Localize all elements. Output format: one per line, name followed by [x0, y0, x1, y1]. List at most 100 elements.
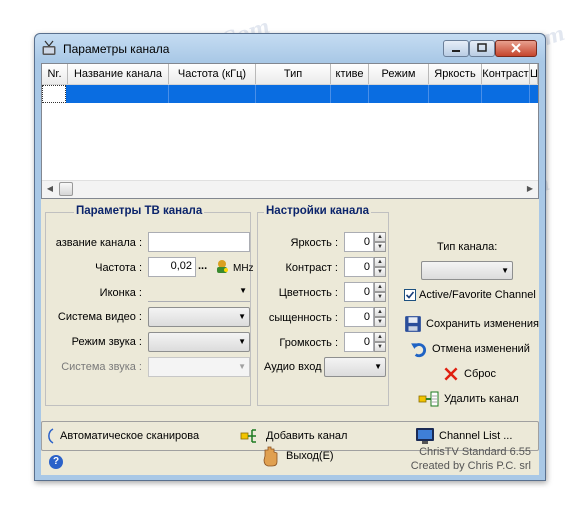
row-cell	[42, 85, 66, 103]
row-cell	[256, 85, 331, 103]
exit-button[interactable]: Выход(E)	[260, 441, 334, 471]
icon-label: Иконка :	[99, 287, 142, 299]
horizontal-scrollbar[interactable]: ◀ ▶	[42, 180, 538, 198]
color-value[interactable]: 0	[344, 282, 374, 302]
col-brightness[interactable]: Яркость	[429, 64, 482, 84]
volume-value[interactable]: 0	[344, 332, 374, 352]
autoscan-button[interactable]: Автоматическое сканирова	[46, 425, 199, 447]
spin-up-icon[interactable]: ▲	[374, 332, 386, 342]
scroll-thumb[interactable]	[59, 182, 73, 196]
audio-input-label: Аудио вход	[264, 361, 322, 373]
minimize-icon	[452, 50, 460, 52]
title-bar[interactable]: Параметры канала	[35, 34, 545, 62]
volume-label: Громкость :	[279, 337, 338, 349]
contrast-stepper[interactable]: 0 ▲ ▼	[344, 257, 386, 277]
autoscan-label: Автоматическое сканирова	[60, 430, 200, 442]
scan-radio-icon	[48, 428, 54, 444]
red-x-icon	[444, 367, 458, 381]
channel-settings-group: Настройки канала Яркость : 0 ▲ ▼ Контраст…	[257, 205, 389, 406]
col-contrast[interactable]: Контраст	[482, 64, 530, 84]
scroll-right-icon[interactable]: ▶	[522, 181, 538, 197]
window-title: Параметры канала	[63, 42, 170, 56]
icon-select[interactable]: ▼	[148, 282, 250, 302]
chevron-down-icon: ▼	[374, 362, 382, 371]
volume-stepper[interactable]: 0 ▲ ▼	[344, 332, 386, 352]
favorite-checkbox[interactable]	[404, 289, 416, 301]
spin-down-icon[interactable]: ▼	[374, 317, 386, 327]
col-number[interactable]: Nr.	[42, 64, 68, 84]
undo-label: Отмена изменений	[432, 343, 530, 355]
channel-list-label: Channel List ...	[439, 430, 513, 442]
saturation-label: сыщенность :	[268, 312, 338, 324]
channel-name-label: азвание канала :	[55, 237, 142, 249]
sound-system-select[interactable]: ▼	[148, 357, 250, 377]
color-stepper[interactable]: 0 ▲ ▼	[344, 282, 386, 302]
save-label: Сохранить изменения	[426, 318, 539, 330]
channel-list[interactable]: Nr. Название канала Частота (кГц) Тип кт…	[41, 63, 539, 199]
sound-mode-select[interactable]: ▼	[148, 332, 250, 352]
sound-mode-label: Режим звука :	[71, 336, 142, 348]
maximize-button[interactable]	[469, 40, 495, 57]
row-cell	[482, 85, 530, 103]
row-cell	[369, 85, 429, 103]
maximize-icon	[477, 43, 487, 52]
spin-up-icon[interactable]: ▲	[374, 257, 386, 267]
reset-label: Сброс	[464, 368, 496, 380]
spin-down-icon[interactable]: ▼	[374, 242, 386, 252]
author-text: Created by Chris P.C. srl	[410, 460, 531, 472]
video-system-select[interactable]: ▼	[148, 307, 250, 327]
tv-params-group: Параметры ТВ канала азвание канала : Час…	[45, 205, 254, 406]
col-color[interactable]: Ц	[530, 64, 538, 84]
favorite-label[interactable]: Active/Favorite Channel	[419, 289, 536, 301]
brightness-value[interactable]: 0	[344, 232, 374, 252]
audio-input-select[interactable]: ▼	[324, 357, 386, 377]
channel-params-window: Параметры канала Nr. Название канала Час…	[34, 33, 546, 481]
col-mode[interactable]: Режим	[369, 64, 429, 84]
brightness-stepper[interactable]: 0 ▲ ▼	[344, 232, 386, 252]
col-frequency[interactable]: Частота (кГц)	[169, 64, 256, 84]
col-type[interactable]: Тип	[256, 64, 331, 84]
save-button[interactable]: Сохранить изменения	[404, 313, 539, 335]
channel-type-select[interactable]: ▼	[421, 261, 513, 280]
frequency-label: Частота :	[95, 262, 142, 274]
undo-arrow-icon	[411, 343, 426, 358]
channel-name-field[interactable]	[148, 232, 250, 252]
spin-down-icon[interactable]: ▼	[374, 292, 386, 302]
frequency-field[interactable]: 0,02	[148, 257, 196, 277]
monitor-icon	[416, 428, 434, 444]
contrast-value[interactable]: 0	[344, 257, 374, 277]
close-button[interactable]	[495, 40, 537, 57]
spin-up-icon[interactable]: ▲	[374, 307, 386, 317]
saturation-value[interactable]: 0	[344, 307, 374, 327]
help-icon[interactable]: ?	[49, 455, 63, 469]
col-active[interactable]: ктиве	[331, 64, 369, 84]
tuning-icon	[217, 260, 228, 273]
chevron-down-icon: ▼	[238, 312, 246, 321]
delete-channel-button[interactable]: Удалить канал	[418, 388, 519, 410]
spin-down-icon[interactable]: ▼	[374, 267, 386, 277]
frequency-unit: MHz	[233, 263, 254, 274]
frequency-browse-button[interactable]: ...	[198, 260, 207, 272]
spin-down-icon[interactable]: ▼	[374, 342, 386, 352]
check-icon	[405, 291, 415, 299]
tv-antenna-icon	[42, 40, 56, 55]
color-label: Цветность :	[278, 287, 338, 299]
table-row[interactable]	[42, 85, 538, 103]
sound-system-label: Система звука :	[61, 361, 142, 373]
reset-button[interactable]: Сброс	[442, 363, 496, 385]
row-cell	[331, 85, 369, 103]
col-name[interactable]: Название канала	[68, 64, 169, 84]
channel-list-button[interactable]: Channel List ...	[415, 425, 512, 447]
version-text: ChrisTV Standard 6.55	[419, 446, 531, 458]
hand-exit-icon	[263, 446, 278, 467]
spin-up-icon[interactable]: ▲	[374, 282, 386, 292]
brightness-label: Яркость :	[290, 237, 339, 249]
delete-channel-label: Удалить канал	[444, 393, 519, 405]
minimize-button[interactable]	[443, 40, 469, 57]
contrast-label: Контраст :	[285, 262, 338, 274]
undo-button[interactable]: Отмена изменений	[410, 338, 530, 360]
scroll-left-icon[interactable]: ◀	[42, 181, 58, 197]
saturation-stepper[interactable]: 0 ▲ ▼	[344, 307, 386, 327]
spin-up-icon[interactable]: ▲	[374, 232, 386, 242]
exit-label: Выход(E)	[286, 450, 334, 462]
